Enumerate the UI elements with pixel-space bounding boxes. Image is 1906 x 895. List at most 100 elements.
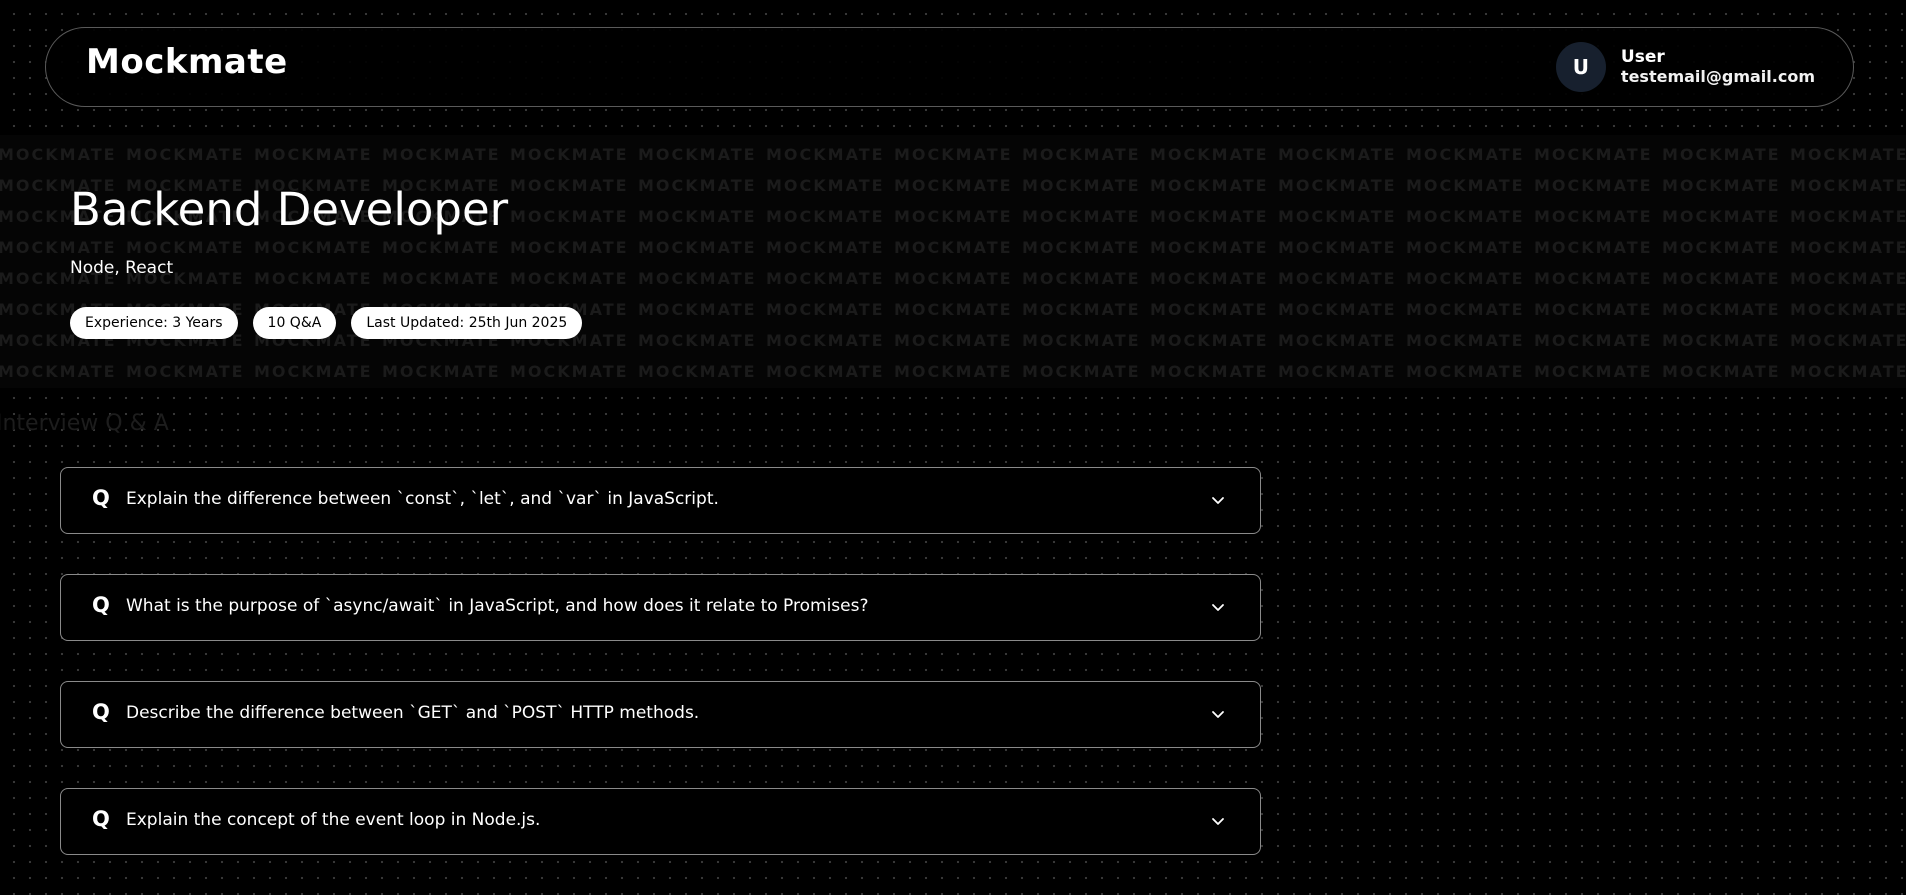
watermark-word: MOCKMATE	[766, 145, 885, 164]
question-accordion[interactable]: Q Describe the difference between `GET` …	[60, 681, 1261, 748]
watermark-word: MOCKMATE	[254, 362, 373, 381]
watermark-word: MOCKMATE	[1662, 300, 1781, 319]
watermark-word: MOCKMATE	[1278, 362, 1397, 381]
page-title: Backend Developer	[70, 183, 509, 236]
watermark-word: MOCKMATE	[1278, 207, 1397, 226]
watermark-word: MOCKMATE	[1150, 269, 1269, 288]
watermark-word: MOCKMATE	[1790, 362, 1906, 381]
question-text: Describe the difference between `GET` an…	[126, 703, 700, 723]
watermark-word: MOCKMATE	[766, 207, 885, 226]
watermark-word: MOCKMATE	[894, 238, 1013, 257]
avatar[interactable]: U	[1555, 42, 1606, 92]
watermark-word: MOCKMATE	[638, 362, 757, 381]
watermark-word: MOCKMATE	[254, 269, 373, 288]
watermark-word: MOCKMATE	[382, 362, 501, 381]
watermark-word: MOCKMATE	[1406, 145, 1525, 164]
watermark-word: MOCKMATE	[766, 238, 885, 257]
watermark-word: MOCKMATE	[1790, 145, 1906, 164]
question-accordion[interactable]: Q What is the purpose of `async/await` i…	[60, 574, 1261, 641]
watermark-word: MOCKMATE	[510, 238, 629, 257]
watermark-word: MOCKMATE	[1150, 300, 1269, 319]
app-logo[interactable]: Mockmate	[86, 42, 288, 82]
watermark-word: MOCKMATE	[1662, 331, 1781, 350]
watermark-word: MOCKMATE	[894, 331, 1013, 350]
watermark-word: MOCKMATE	[1662, 176, 1781, 195]
watermark-word: MOCKMATE	[0, 145, 117, 164]
watermark-word: MOCKMATE	[254, 238, 373, 257]
watermark-word: MOCKMATE	[1534, 362, 1653, 381]
watermark-word: MOCKMATE	[894, 207, 1013, 226]
watermark-word: MOCKMATE	[1150, 176, 1269, 195]
user-email: testemail@gmail.com	[1620, 67, 1815, 86]
watermark-word: MOCKMATE	[1278, 145, 1397, 164]
question-accordion[interactable]: Q Explain the concept of the event loop …	[60, 788, 1261, 855]
question-marker: Q	[92, 807, 110, 831]
watermark-word: MOCKMATE	[1790, 207, 1906, 226]
watermark-word: MOCKMATE	[1406, 176, 1525, 195]
watermark-word: MOCKMATE	[1150, 145, 1269, 164]
question-text: What is the purpose of `async/await` in …	[126, 596, 869, 616]
watermark-word: MOCKMATE	[1022, 269, 1141, 288]
watermark-word: MOCKMATE	[766, 331, 885, 350]
watermark-word: MOCKMATE	[1022, 238, 1141, 257]
watermark-word: MOCKMATE	[1662, 362, 1781, 381]
watermark-word: MOCKMATE	[510, 176, 629, 195]
watermark-word: MOCKMATE	[1150, 362, 1269, 381]
watermark-word: MOCKMATE	[1662, 145, 1781, 164]
question-marker: Q	[92, 593, 110, 617]
section-heading: Interview Q & A	[0, 411, 169, 436]
watermark-word: MOCKMATE	[254, 145, 373, 164]
watermark-word: MOCKMATE	[1790, 269, 1906, 288]
watermark-word: MOCKMATE	[1150, 238, 1269, 257]
watermark-word: MOCKMATE	[1662, 238, 1781, 257]
watermark-word: MOCKMATE	[1790, 331, 1906, 350]
user-info: User testemail@gmail.com	[1621, 47, 1815, 87]
watermark-word: MOCKMATE	[1534, 176, 1653, 195]
user-profile[interactable]: U User testemail@gmail.com	[1555, 42, 1815, 92]
chevron-down-icon[interactable]	[1210, 599, 1226, 615]
watermark-word: MOCKMATE	[766, 362, 885, 381]
watermark-word: MOCKMATE	[1278, 238, 1397, 257]
watermark-word: MOCKMATE	[1022, 331, 1141, 350]
watermark-word: MOCKMATE	[766, 176, 885, 195]
watermark-word: MOCKMATE	[1534, 145, 1653, 164]
watermark-word: MOCKMATE	[1406, 238, 1525, 257]
watermark-word: MOCKMATE	[1150, 331, 1269, 350]
watermark-word: MOCKMATE	[1406, 331, 1525, 350]
watermark-word: MOCKMATE	[1278, 331, 1397, 350]
watermark-word: MOCKMATE	[1022, 145, 1141, 164]
watermark-word: MOCKMATE	[126, 362, 245, 381]
watermark-word: MOCKMATE	[382, 145, 501, 164]
watermark-row: MOCKMATE MOCKMATE MOCKMATE MOCKMATE MOCKMATE…	[0, 139, 1906, 170]
watermark-word: MOCKMATE	[1790, 176, 1906, 195]
watermark-row: MOCKMATE MOCKMATE MOCKMATE MOCKMATE MOCKMATE…	[0, 356, 1906, 387]
question-text: Explain the difference between `const`, …	[126, 489, 719, 509]
last-updated-badge: Last Updated: 25th Jun 2025	[351, 307, 583, 339]
watermark-word: MOCKMATE	[1662, 269, 1781, 288]
watermark-word: MOCKMATE	[1534, 300, 1653, 319]
top-navbar: Mockmate U User testemail@gmail.com	[45, 27, 1854, 107]
watermark-word: MOCKMATE	[638, 300, 757, 319]
watermark-row: MOCKMATE MOCKMATE MOCKMATE MOCKMATE MOCKMATE…	[0, 232, 1906, 263]
watermark-word: MOCKMATE	[382, 269, 501, 288]
watermark-word: MOCKMATE	[382, 238, 501, 257]
watermark-word: MOCKMATE	[1022, 176, 1141, 195]
watermark-word: MOCKMATE	[638, 207, 757, 226]
chevron-down-icon[interactable]	[1210, 813, 1226, 829]
watermark-word: MOCKMATE	[510, 207, 629, 226]
question-accordion[interactable]: Q Explain the difference between `const`…	[60, 467, 1261, 534]
watermark-pattern: MOCKMATE MOCKMATE MOCKMATE MOCKMATE MOCKMATE…	[0, 139, 1906, 387]
watermark-word: MOCKMATE	[1534, 207, 1653, 226]
chevron-down-icon[interactable]	[1210, 492, 1226, 508]
tech-stack: Node, React	[70, 258, 174, 278]
chevron-down-icon[interactable]	[1210, 706, 1226, 722]
watermark-word: MOCKMATE	[638, 176, 757, 195]
watermark-word: MOCKMATE	[894, 145, 1013, 164]
qa-count-badge: 10 Q&A	[252, 307, 337, 339]
question-marker: Q	[92, 486, 110, 510]
qa-list: Q Explain the difference between `const`…	[60, 467, 1261, 895]
watermark-word: MOCKMATE	[1278, 176, 1397, 195]
watermark-word: MOCKMATE	[1150, 207, 1269, 226]
watermark-word: MOCKMATE	[1022, 300, 1141, 319]
watermark-word: MOCKMATE	[1022, 362, 1141, 381]
